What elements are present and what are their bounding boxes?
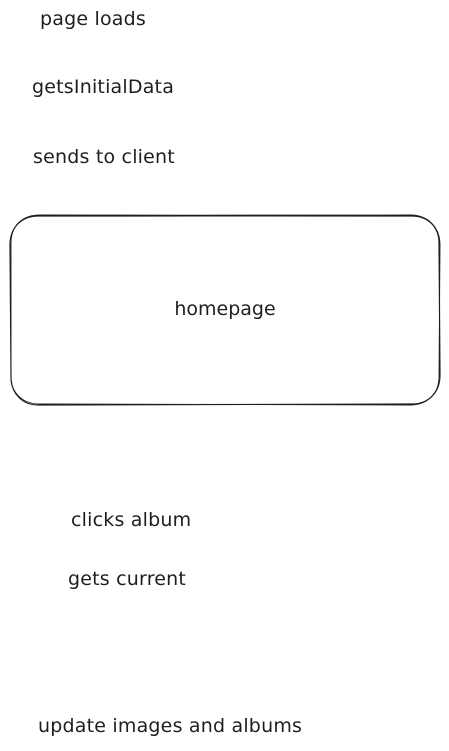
- note-clicks-album: clicks album: [71, 509, 192, 531]
- note-sends-to-client: sends to client: [33, 146, 175, 168]
- note-page-loads: page loads: [40, 8, 146, 30]
- homepage-box[interactable]: homepage: [9, 214, 441, 406]
- homepage-label: homepage: [174, 298, 276, 320]
- note-gets-current: gets current: [68, 568, 187, 590]
- note-gets-initial-data: getsInitialData: [32, 76, 175, 98]
- note-update-images-and-albums: update images and albums: [38, 715, 303, 737]
